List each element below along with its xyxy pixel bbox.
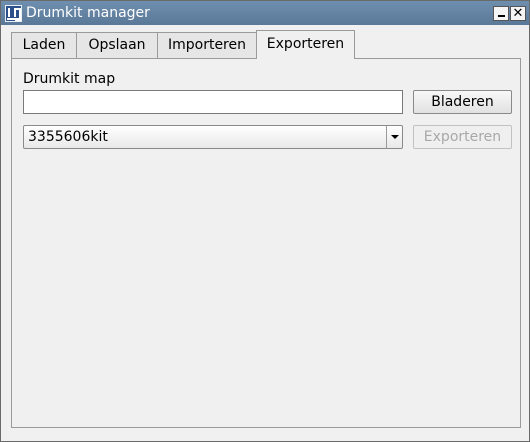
minimize-button[interactable]	[493, 6, 509, 21]
minimize-icon	[498, 15, 505, 17]
close-button[interactable]: ✕	[510, 6, 526, 21]
drumkit-folder-input[interactable]	[23, 90, 403, 114]
export-button[interactable]: Exporteren	[413, 125, 512, 149]
app-icon	[5, 5, 22, 22]
export-tab-panel: Drumkit map Bladeren 3355606kit Exporter…	[11, 58, 521, 428]
tab-opslaan[interactable]: Opslaan	[76, 32, 158, 58]
drumkit-manager-window: Drumkit manager ✕ Laden Opslaan Importer…	[0, 0, 530, 442]
tab-exporteren[interactable]: Exporteren	[256, 30, 355, 59]
tab-importeren[interactable]: Importeren	[157, 32, 257, 58]
dropdown-button[interactable]	[386, 126, 402, 148]
chevron-down-icon	[391, 135, 399, 139]
drumkit-folder-label: Drumkit map	[23, 71, 116, 87]
window-title: Drumkit manager	[26, 5, 150, 21]
app-icon-base	[7, 18, 20, 20]
kit-select-dropdown[interactable]: 3355606kit	[23, 125, 403, 149]
kit-select-value: 3355606kit	[28, 129, 108, 145]
tab-laden[interactable]: Laden	[11, 32, 77, 58]
close-icon: ✕	[512, 6, 524, 21]
browse-button[interactable]: Bladeren	[413, 90, 512, 114]
title-bar[interactable]: Drumkit manager ✕	[1, 1, 529, 25]
tab-bar: Laden Opslaan Importeren Exporteren	[11, 30, 521, 59]
